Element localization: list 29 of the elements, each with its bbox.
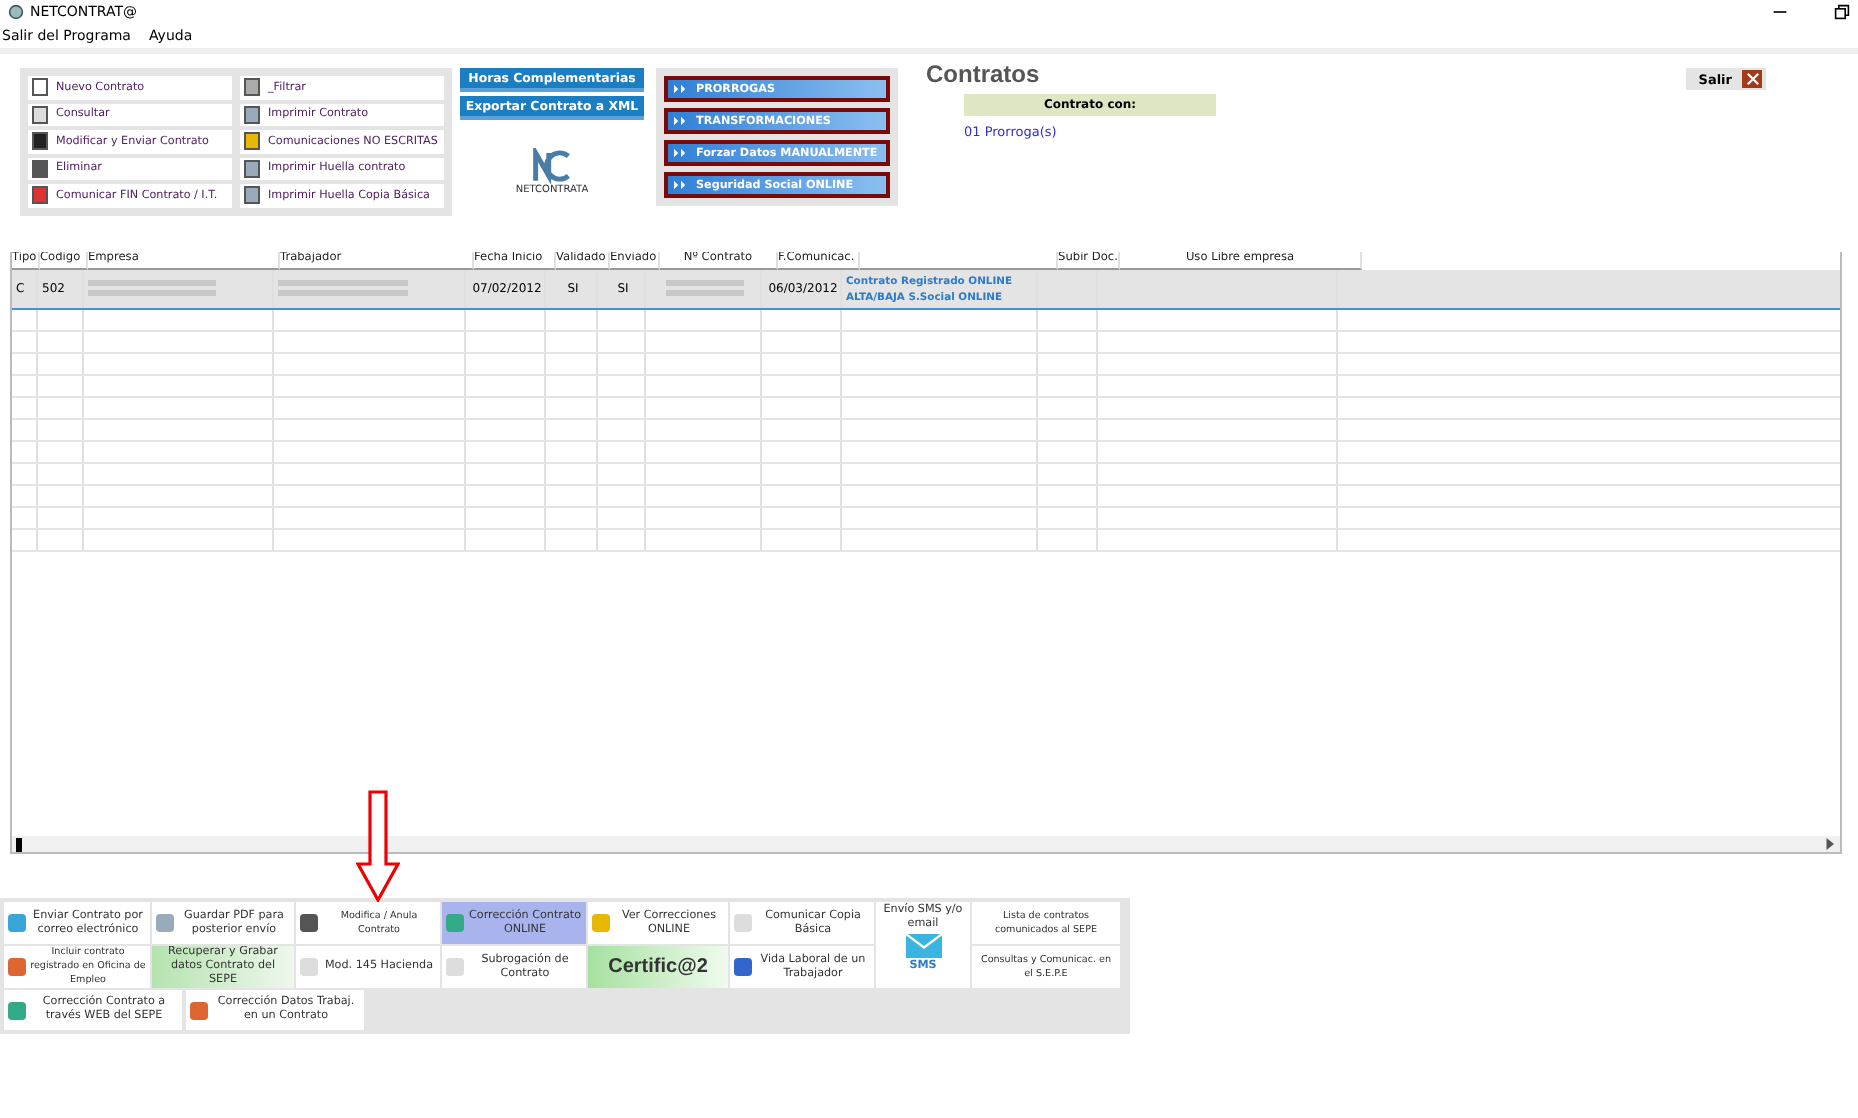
function-icon — [8, 914, 26, 932]
blurred-text — [278, 280, 409, 298]
function-icon — [592, 914, 610, 932]
restore-icon[interactable] — [1834, 4, 1850, 20]
forward-icon — [674, 148, 688, 158]
function-icon — [734, 914, 752, 932]
function-icon — [8, 958, 26, 976]
app-icon — [8, 4, 24, 20]
function-icon — [190, 1001, 208, 1019]
blurred-text — [666, 280, 744, 298]
horizontal-scrollbar[interactable] — [12, 836, 1840, 852]
close-icon — [1742, 70, 1762, 88]
function-icon — [300, 914, 318, 932]
mail-icon — [905, 934, 941, 958]
blurred-text — [88, 280, 217, 298]
section-title: Contratos — [926, 60, 1042, 88]
function-icon — [8, 1001, 26, 1019]
scroll-right-icon[interactable] — [1826, 838, 1836, 850]
forward-icon — [674, 180, 688, 190]
function-icon — [300, 958, 318, 976]
function-icon — [446, 958, 464, 976]
function-icon — [446, 914, 464, 932]
down-arrow-icon — [356, 790, 400, 902]
logo-icon — [532, 148, 572, 184]
forward-icon — [674, 116, 688, 126]
function-icon — [734, 958, 752, 976]
function-button[interactable]: Certific@2 — [588, 946, 728, 988]
function-icon — [156, 914, 174, 932]
forward-icon — [674, 84, 688, 94]
